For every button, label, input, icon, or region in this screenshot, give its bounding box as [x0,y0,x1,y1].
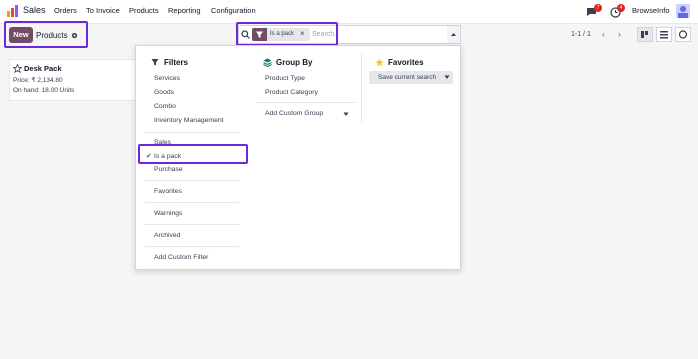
add-custom-filter[interactable]: Add Custom Filter [154,254,208,261]
sales-app-icon[interactable] [7,5,19,17]
top-navbar: Sales Orders To Invoice Products Reporti… [0,0,698,24]
menu-products[interactable]: Products [129,6,159,15]
chat-badge: 7 [594,4,602,12]
filter-option-goods[interactable]: Goods [154,89,174,96]
product-name: Desk Pack [24,64,62,73]
divider [256,102,356,103]
pager-value[interactable]: 1-1 / 1 [571,31,591,38]
filter-option-inventory-management[interactable]: Inventory Management [154,117,224,124]
divider [145,202,239,203]
filter-option-purchase[interactable]: Purchase [154,166,183,173]
menu-configuration[interactable]: Configuration [211,6,256,15]
list-icon [660,31,668,39]
highlight-box-search [236,22,338,46]
product-card[interactable]: Desk Pack Price: ₹ 2,134.80 On hand: 18.… [9,59,139,101]
filter-funnel-icon [151,59,159,66]
highlight-box-is-a-pack [138,144,248,164]
filters-title: Filters [164,58,189,67]
pager-previous-button[interactable]: ‹ [596,27,611,42]
highlight-box-breadcrumb [4,21,88,48]
app-name[interactable]: Sales [23,5,46,15]
star-icon[interactable] [13,64,22,73]
save-current-search-button[interactable]: Save current search [369,71,453,84]
user-avatar[interactable] [676,4,690,18]
kanban-view-button[interactable] [637,27,653,42]
groupby-option-product-type[interactable]: Product Type [265,75,305,82]
divider [145,132,239,133]
caret-down-icon[interactable] [343,112,349,117]
product-on-hand: On hand: 18.00 Units [13,87,75,94]
layers-icon [263,58,272,67]
save-current-search-label: Save current search [378,74,437,81]
groupby-title: Group By [276,58,313,67]
filter-option-warnings[interactable]: Warnings [154,210,182,217]
star-icon [375,58,384,67]
column-divider [361,54,362,122]
filter-option-archived[interactable]: Archived [154,232,180,239]
divider [145,246,239,247]
company-name[interactable]: BrowseInfo [632,6,670,15]
search-options-toggle[interactable] [447,26,460,43]
caret-up-icon [451,33,456,36]
caret-down-icon [444,75,450,79]
pager-next-button[interactable]: › [612,27,627,42]
activity-view-button[interactable] [675,27,691,42]
activity-badge: 4 [617,4,625,12]
filter-option-services[interactable]: Services [154,75,180,82]
menu-reporting[interactable]: Reporting [168,6,201,15]
divider [145,180,239,181]
divider [145,224,239,225]
list-view-button[interactable] [656,27,672,42]
groupby-option-product-category[interactable]: Product Category [265,89,318,96]
menu-orders[interactable]: Orders [54,6,77,15]
add-custom-group-select[interactable]: Add Custom Group [265,110,323,117]
filter-option-favorites[interactable]: Favorites [154,188,182,195]
favorites-title: Favorites [388,58,424,67]
filter-option-combo[interactable]: Combo [154,103,176,110]
activity-clock-icon [678,30,688,39]
product-price: Price: ₹ 2,134.80 [13,77,63,84]
menu-to-invoice[interactable]: To Invoice [86,6,120,15]
kanban-icon [641,31,648,38]
